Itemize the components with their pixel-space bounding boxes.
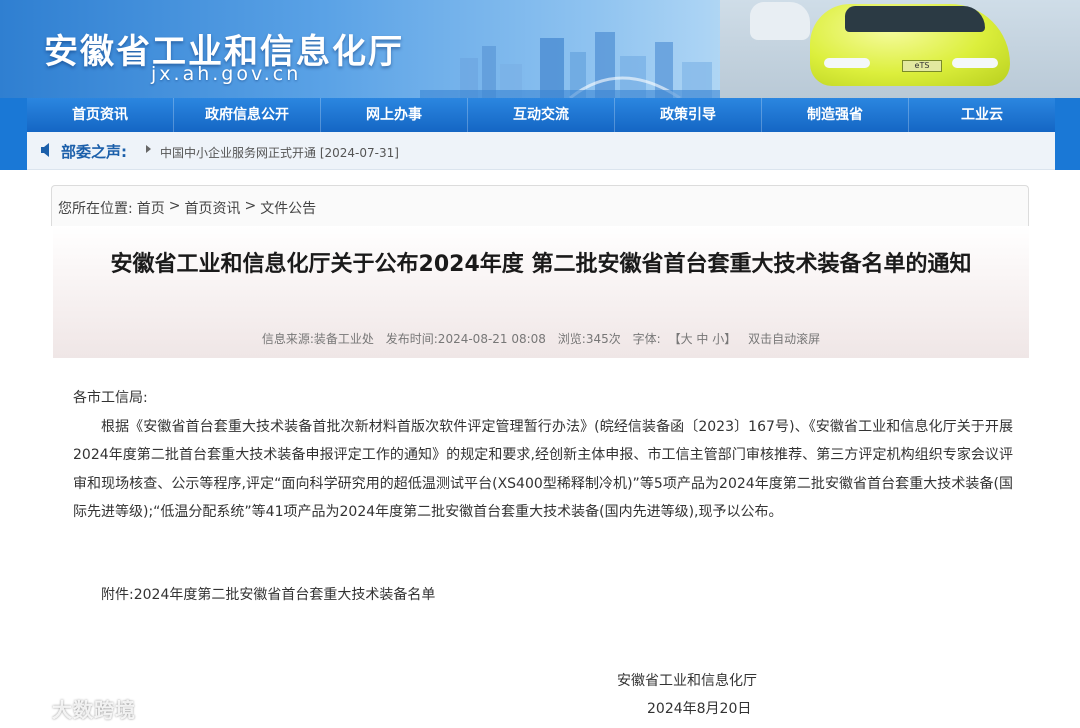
nav-item-online-services[interactable]: 网上办事 xyxy=(321,98,468,132)
car-plate: eTS xyxy=(902,60,942,72)
article-title: 安徽省工业和信息化厅关于公布2024年度 第二批安徽省首台套重大技术装备名单的通… xyxy=(110,252,972,277)
main-nav: 首页资讯 政府信息公开 网上办事 互动交流 政策引导 制造强省 工业云 xyxy=(27,98,1055,132)
breadcrumb-item-news[interactable]: 首页资讯 xyxy=(184,198,240,218)
notice-label: 部委之声: xyxy=(61,143,127,161)
breadcrumb-item-announcements[interactable]: 文件公告 xyxy=(260,198,316,218)
signature-org: 安徽省工业和信息化厅 xyxy=(617,673,757,689)
attachment-link[interactable]: 附件:2024年度第二批安徽省首台套重大技术装备名单 xyxy=(101,584,435,604)
nav-item-gov-info[interactable]: 政府信息公开 xyxy=(174,98,321,132)
car-window-shape xyxy=(845,6,985,32)
article-salutation: 各市工信局: xyxy=(73,390,148,406)
signature-date: 2024年8月20日 xyxy=(647,701,752,717)
notice-link[interactable]: 中国中小企业服务网正式开通 [2024-07-31] xyxy=(160,144,399,161)
arrow-right-icon xyxy=(146,145,151,153)
breadcrumb-prefix: 您所在位置: xyxy=(58,201,133,217)
breadcrumb: 您所在位置: 首页 > 首页资讯 > 文件公告 xyxy=(58,198,316,218)
font-size-selector[interactable]: 【大 中 小】 xyxy=(669,332,737,346)
article-meta: 信息来源:装备工业处 发布时间:2024-08-21 08:08 浏览:345次… xyxy=(53,330,1029,347)
nav-item-industry-cloud[interactable]: 工业云 xyxy=(909,98,1055,132)
meta-font-label: 字体: xyxy=(632,332,661,346)
breadcrumb-box: 您所在位置: 首页 > 首页资讯 > 文件公告 xyxy=(51,185,1029,226)
article-body: 各市工信局: 根据《安徽省首台套重大技术装备首批次新材料首版次软件评定管理暂行办… xyxy=(73,384,1013,527)
speaker-icon xyxy=(41,143,49,157)
nav-item-home-news[interactable]: 首页资讯 xyxy=(27,98,174,132)
notice-bar: 部委之声: 中国中小企业服务网正式开通 [2024-07-31] xyxy=(27,132,1055,170)
car-headlight-right xyxy=(952,58,998,68)
nav-item-policy[interactable]: 政策引导 xyxy=(615,98,762,132)
site-domain: jx.ah.gov.cn xyxy=(151,63,302,85)
article-header: 安徽省工业和信息化厅关于公布2024年度 第二批安徽省首台套重大技术装备名单的通… xyxy=(53,226,1029,358)
article-paragraph: 根据《安徽省首台套重大技术装备首批次新材料首版次软件评定管理暂行办法》(皖经信装… xyxy=(73,418,1013,521)
nav-item-manufacturing[interactable]: 制造强省 xyxy=(762,98,909,132)
meta-views: 浏览:345次 xyxy=(557,332,621,346)
car-background-shape xyxy=(750,2,810,40)
breadcrumb-item-home[interactable]: 首页 xyxy=(137,198,165,218)
main-content: 部委之声: 中国中小企业服务网正式开通 [2024-07-31] 您所在位置: … xyxy=(27,132,1055,728)
watermark: 大数跨境 xyxy=(8,694,136,723)
meta-source: 信息来源:装备工业处 xyxy=(261,332,374,346)
nav-item-interaction[interactable]: 互动交流 xyxy=(468,98,615,132)
meta-published: 发布时间:2024-08-21 08:08 xyxy=(385,332,546,346)
watermark-text: 大数跨境 xyxy=(52,698,136,722)
car-headlight-left xyxy=(824,58,870,68)
header-banner: eTS 安徽省工业和信息化厅 jx.ah.gov.cn xyxy=(0,0,1080,98)
car-image: eTS xyxy=(720,0,1080,98)
breadcrumb-separator: > xyxy=(244,198,257,214)
watermark-logo-icon xyxy=(8,700,46,717)
autoscroll-link[interactable]: 双击自动滚屏 xyxy=(748,332,820,346)
breadcrumb-separator: > xyxy=(168,198,181,214)
